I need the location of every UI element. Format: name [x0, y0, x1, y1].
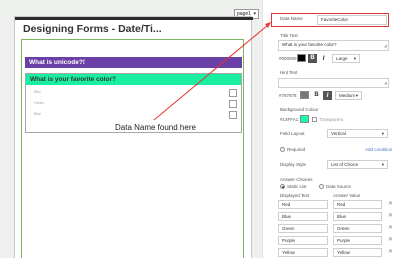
chevron-down-icon: ▾ — [381, 162, 384, 167]
title-color-value: #000000 — [279, 56, 297, 61]
display-style-select[interactable]: List of Choice ▾ — [327, 160, 388, 169]
title-size-value: Large — [336, 56, 348, 61]
title-size-select[interactable]: Large ▾ — [332, 54, 360, 63]
resize-grip-icon[interactable]: ◢ — [384, 79, 387, 87]
option-checkbox[interactable] — [229, 100, 237, 108]
chevron-down-icon: ▾ — [381, 131, 384, 136]
static-list-label: Static List — [287, 184, 307, 189]
option-label: Green — [34, 101, 44, 105]
data-source-radio[interactable] — [319, 184, 324, 189]
bold-button[interactable]: B — [312, 91, 321, 100]
hint-text-input[interactable]: ◢ — [278, 78, 389, 88]
background-colour-label: Background Colour — [280, 107, 319, 112]
option-row: Blue — [29, 109, 237, 120]
properties-panel: Data Name FavoriteColor Title Text What … — [262, 0, 400, 258]
data-source-label: Data Source — [326, 184, 352, 189]
form-canvas: Designing Forms - Date/Ti... What is uni… — [14, 16, 253, 258]
field-layout-label: Field Layout — [280, 131, 305, 136]
chevron-down-icon: ▾ — [253, 11, 256, 17]
question-unicode[interactable]: What is unicode?! — [25, 57, 242, 68]
display-style-value: List of Choice — [331, 162, 359, 167]
choice-value-input[interactable]: Green — [333, 224, 382, 233]
choice-value-input[interactable]: Red — [333, 200, 382, 209]
answer-value-header: Answer Value — [333, 193, 361, 198]
option-checkbox[interactable] — [229, 89, 237, 97]
resize-grip-icon[interactable]: ◢ — [384, 42, 387, 50]
italic-button[interactable]: I — [319, 54, 328, 63]
field-layout-value: Vertical — [331, 131, 346, 136]
option-label: Blue — [34, 112, 42, 116]
choice-value-input[interactable]: Blue — [333, 212, 382, 221]
transparent-checkbox[interactable] — [312, 117, 317, 122]
callout-text: Data Name found here — [115, 123, 196, 132]
hint-text-label: Hint Text — [280, 70, 298, 75]
transparent-label: Transparent — [319, 117, 344, 122]
remove-choice-icon[interactable]: ✕ — [388, 224, 393, 231]
background-colour-value: #14FFA1 — [280, 117, 299, 122]
question-label: What is unicode?! — [29, 59, 85, 66]
option-row: Red — [29, 87, 237, 98]
displayed-text-header: Displayed Text — [280, 193, 310, 198]
hint-size-value: Medium — [339, 93, 356, 98]
choice-text-input[interactable]: Purple — [278, 236, 328, 245]
bold-button[interactable]: B — [308, 54, 317, 63]
option-row: Green — [29, 98, 237, 109]
required-radio[interactable] — [280, 147, 285, 152]
option-label: Red — [34, 90, 41, 94]
choice-value-input[interactable]: Yellow — [333, 248, 382, 257]
title-text-value: What is your favorite color? — [282, 42, 337, 47]
option-checkbox[interactable] — [229, 111, 237, 119]
title-text-input[interactable]: What is your favorite color? ◢ — [278, 40, 389, 51]
form-title: Designing Forms - Date/Ti... — [23, 23, 162, 35]
form-frame: What is unicode?! What is your favorite … — [21, 39, 244, 258]
italic-button[interactable]: I — [323, 91, 332, 100]
answer-choices-label: Answer Choices — [280, 177, 313, 182]
title-color-swatch[interactable] — [297, 54, 306, 62]
remove-choice-icon[interactable]: ✕ — [388, 200, 393, 207]
remove-choice-icon[interactable]: ✕ — [388, 212, 393, 219]
choice-text-input[interactable]: Green — [278, 224, 328, 233]
hint-color-swatch[interactable] — [300, 91, 309, 99]
data-name-highlight-box — [271, 13, 389, 27]
hint-color-value: #787878 — [279, 93, 297, 98]
title-text-label: Title Text — [280, 33, 298, 38]
background-colour-swatch[interactable] — [300, 115, 309, 123]
required-label: Required — [287, 147, 306, 152]
choice-text-input[interactable]: Blue — [278, 212, 328, 221]
remove-choice-icon[interactable]: ✕ — [388, 236, 393, 243]
remove-choice-icon[interactable]: ✕ — [388, 248, 393, 255]
chevron-down-icon: ▾ — [355, 93, 358, 98]
hint-size-select[interactable]: Medium ▾ — [335, 91, 362, 100]
choice-value-input[interactable]: Purple — [333, 236, 382, 245]
question-label: What is your favorite color? — [26, 74, 241, 85]
field-layout-select[interactable]: Vertical ▾ — [327, 129, 388, 138]
chevron-down-icon: ▾ — [353, 56, 356, 61]
display-style-label: Display Style — [280, 162, 307, 167]
choice-text-input[interactable]: Yellow — [278, 248, 328, 257]
static-list-radio[interactable] — [280, 184, 285, 189]
choice-text-input[interactable]: Red — [278, 200, 328, 209]
add-condition-link[interactable]: Add condition — [365, 147, 392, 152]
